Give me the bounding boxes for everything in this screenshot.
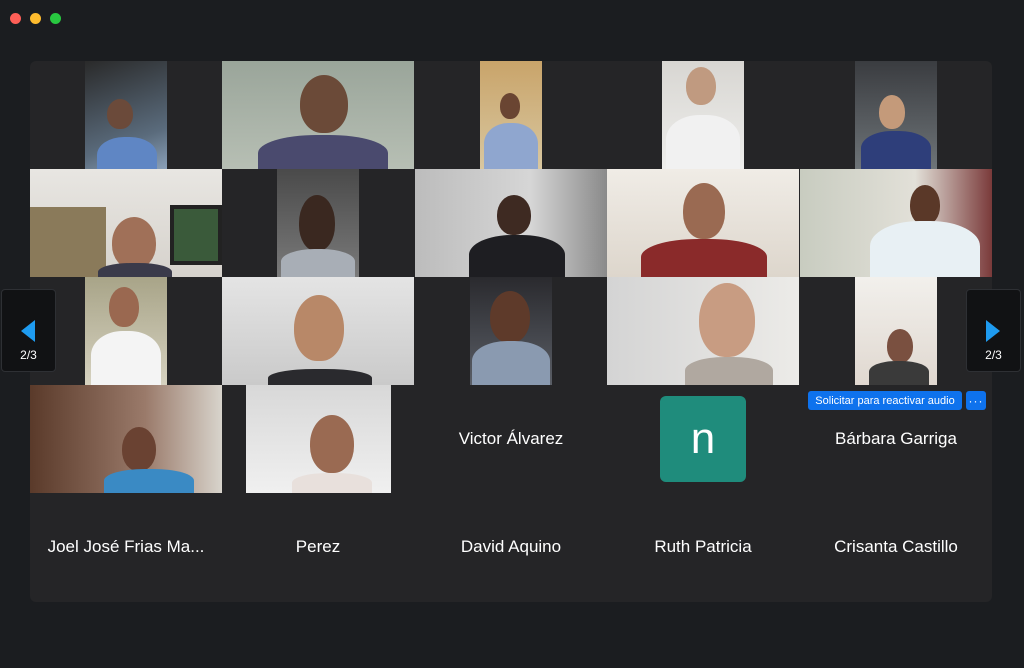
participant-name: Victor Álvarez bbox=[458, 429, 564, 448]
participant-video bbox=[277, 169, 359, 277]
participant-name: Joel José Frias Ma... bbox=[47, 537, 205, 556]
participant-name: Ruth Patricia bbox=[654, 537, 752, 556]
participant-video bbox=[415, 169, 607, 277]
video-tile[interactable] bbox=[30, 385, 222, 493]
participant-video bbox=[222, 277, 414, 385]
participant-tile[interactable]: n bbox=[607, 385, 799, 493]
participant-video bbox=[855, 277, 937, 385]
participant-tile[interactable]: David Aquino bbox=[415, 493, 607, 601]
video-tile[interactable] bbox=[222, 169, 414, 277]
participant-video bbox=[662, 61, 744, 169]
participant-video bbox=[246, 385, 391, 493]
video-tile[interactable] bbox=[415, 277, 607, 385]
arrow-left-icon bbox=[21, 320, 35, 342]
gallery-view: Victor Álvarez n Bárbara Garriga Joel Jo… bbox=[30, 61, 992, 602]
video-tile[interactable] bbox=[415, 61, 607, 169]
participant-tile[interactable]: Victor Álvarez bbox=[415, 385, 607, 493]
page-indicator: 2/3 bbox=[985, 348, 1002, 362]
video-tile[interactable] bbox=[30, 61, 222, 169]
video-tile[interactable] bbox=[800, 277, 992, 385]
participant-video bbox=[470, 277, 552, 385]
participant-video bbox=[30, 385, 222, 493]
participant-video bbox=[222, 61, 414, 169]
video-tile[interactable] bbox=[607, 169, 799, 277]
page-indicator: 2/3 bbox=[20, 348, 37, 362]
participant-video bbox=[85, 61, 167, 169]
next-page-button[interactable]: 2/3 bbox=[966, 289, 1021, 372]
gallery-row bbox=[30, 277, 992, 385]
participant-video bbox=[855, 61, 937, 169]
participant-avatar: n bbox=[660, 396, 746, 482]
participant-tile[interactable]: Crisanta Castillo bbox=[800, 493, 992, 601]
gallery-row: Joel José Frias Ma... Perez David Aquino… bbox=[30, 493, 992, 601]
participant-video bbox=[30, 169, 222, 277]
participant-name: Crisanta Castillo bbox=[834, 537, 958, 556]
video-tile[interactable] bbox=[800, 61, 992, 169]
minimize-window-button[interactable] bbox=[30, 13, 41, 24]
video-tile[interactable] bbox=[607, 277, 799, 385]
request-unmute-button[interactable]: Solicitar para reactivar audio bbox=[808, 391, 962, 410]
arrow-right-icon bbox=[986, 320, 1000, 342]
participant-tile[interactable]: Ruth Patricia bbox=[607, 493, 799, 601]
video-tile[interactable] bbox=[607, 61, 799, 169]
participant-tile[interactable]: Joel José Frias Ma... bbox=[30, 493, 222, 601]
participant-tile[interactable]: Perez bbox=[222, 493, 414, 601]
video-tile[interactable] bbox=[30, 169, 222, 277]
participant-name: David Aquino bbox=[460, 537, 562, 556]
gallery-row bbox=[30, 61, 992, 169]
video-tile[interactable] bbox=[800, 169, 992, 277]
gallery-row bbox=[30, 169, 992, 277]
participant-video bbox=[607, 169, 799, 277]
maximize-window-button[interactable] bbox=[50, 13, 61, 24]
video-tile[interactable] bbox=[222, 61, 414, 169]
video-tile[interactable] bbox=[222, 277, 414, 385]
close-window-button[interactable] bbox=[10, 13, 21, 24]
previous-page-button[interactable]: 2/3 bbox=[1, 289, 56, 372]
video-tile[interactable] bbox=[415, 169, 607, 277]
participant-video bbox=[607, 277, 799, 385]
video-tile[interactable] bbox=[246, 385, 391, 493]
participant-video bbox=[800, 169, 992, 277]
participant-video bbox=[85, 277, 167, 385]
video-tile[interactable] bbox=[30, 277, 222, 385]
participant-video bbox=[480, 61, 542, 169]
participant-name: Perez bbox=[295, 537, 341, 556]
more-options-button[interactable]: ··· bbox=[966, 391, 986, 410]
